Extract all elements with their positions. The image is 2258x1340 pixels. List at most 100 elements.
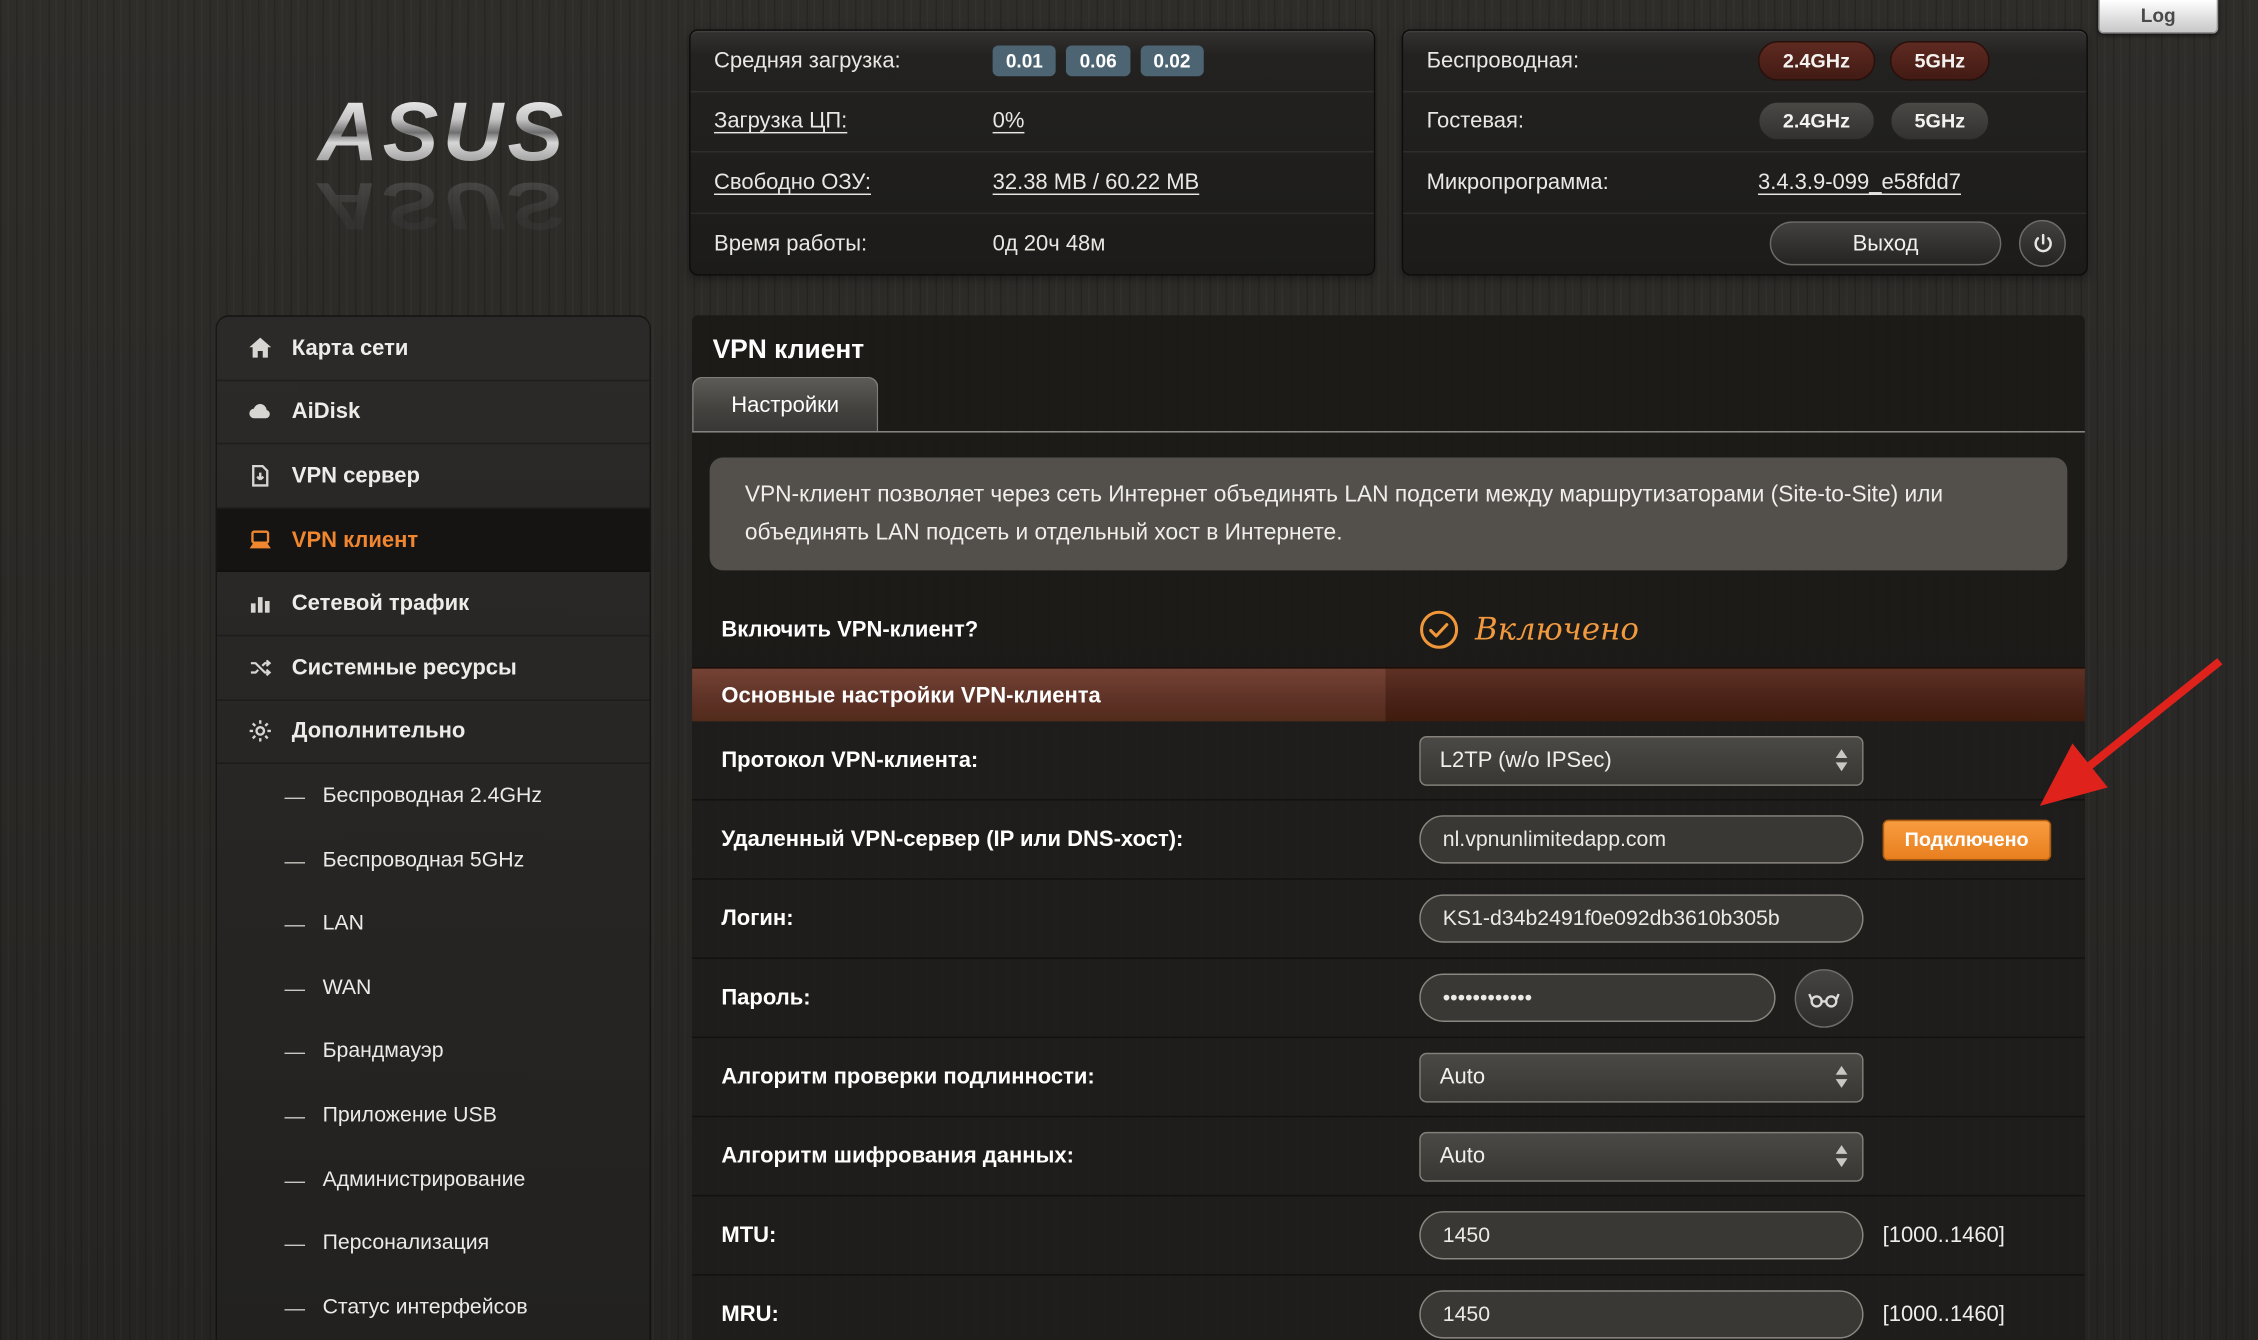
sidebar-item-label: VPN сервер <box>292 463 420 488</box>
logout-button[interactable]: Выход <box>1770 222 2002 266</box>
asus-logo-text: ASUS <box>282 91 605 175</box>
asus-logo: ASUS ASUS <box>282 91 605 246</box>
avg-load-label: Средняя загрузка: <box>714 48 993 73</box>
mtu-label: MTU: <box>692 1223 1419 1248</box>
sidebar-item-label: Сетевой трафик <box>292 591 469 616</box>
gear-icon <box>246 718 272 744</box>
load-badge-1min: 0.01 <box>993 45 1057 76</box>
sidebar-subitem-label: Беспроводная 2.4GHz <box>323 784 542 807</box>
page-title: VPN клиент <box>692 315 2085 378</box>
auth-algorithm-select[interactable]: Auto <box>1419 1052 1863 1102</box>
cpu-load-value[interactable]: 0% <box>993 109 1025 134</box>
sidebar-subitem-administration[interactable]: Администрирование <box>217 1148 650 1212</box>
power-icon <box>2030 231 2055 256</box>
guest-row: Гостевая: 2.4GHz 5GHz <box>1403 92 2086 153</box>
firmware-label: Микропрограмма: <box>1427 170 1758 195</box>
free-ram-link[interactable]: Свободно ОЗУ: <box>714 170 993 195</box>
vpn-description: VPN-клиент позволяет через сеть Интернет… <box>710 457 2068 570</box>
traffic-icon <box>246 590 272 616</box>
show-password-button[interactable] <box>1795 969 1854 1028</box>
sidebar-subitem-lan[interactable]: LAN <box>217 892 650 956</box>
vpn-enabled-toggle[interactable]: Включено <box>1419 609 1639 649</box>
connected-status-button[interactable]: Подключено <box>1883 819 2051 860</box>
wireless-band-5ghz-button[interactable]: 5GHz <box>1890 41 1990 81</box>
sidebar-item-vpn-client[interactable]: VPN клиент <box>217 508 650 572</box>
cipher-algorithm-label: Алгоритм шифрования данных: <box>692 1144 1419 1169</box>
mtu-input[interactable] <box>1419 1211 1863 1259</box>
auth-algorithm-select-value: Auto <box>1440 1065 1485 1090</box>
uptime-row: Время работы: 0д 20ч 48м <box>691 213 1374 274</box>
protocol-select[interactable]: L2TP (w/o IPSec) <box>1419 735 1863 785</box>
load-badge-5min: 0.06 <box>1066 45 1130 76</box>
resources-icon <box>246 654 272 680</box>
sidebar-nav: Карта сети AiDisk VPN сервер VPN клиент … <box>216 315 651 1340</box>
sidebar-subitem-label: Администрирование <box>323 1168 526 1191</box>
sidebar-subitem-label: Статус интерфейсов <box>323 1296 528 1319</box>
sidebar-item-advanced[interactable]: Дополнительно <box>217 700 650 764</box>
mru-label: MRU: <box>692 1302 1419 1327</box>
protocol-row: Протокол VPN-клиента: L2TP (w/o IPSec) <box>692 722 2085 801</box>
load-badges: 0.01 0.06 0.02 <box>993 45 1204 76</box>
guest-bands: 2.4GHz 5GHz <box>1758 102 1990 142</box>
sidebar-subitem-wireless-5[interactable]: Беспроводная 5GHz <box>217 828 650 892</box>
password-input[interactable] <box>1419 974 1775 1022</box>
sidebar-subitem-interface-status[interactable]: Статус интерфейсов <box>217 1275 650 1339</box>
free-ram-row: Свободно ОЗУ: 32.38 MB / 60.22 MB <box>691 152 1374 213</box>
sidebar-item-label: Системные ресурсы <box>292 655 517 680</box>
log-button[interactable]: Log <box>2098 0 2218 34</box>
enable-vpn-label: Включить VPN-клиент? <box>692 617 1419 642</box>
home-icon <box>246 335 272 361</box>
remote-server-label: Удаленный VPN-сервер (IP или DNS-хост): <box>692 827 1419 852</box>
glasses-icon <box>1808 988 1840 1009</box>
tab-settings[interactable]: Настройки <box>692 377 878 431</box>
sidebar-subitem-personalization[interactable]: Персонализация <box>217 1212 650 1276</box>
sidebar-subitem-label: Приложение USB <box>323 1104 497 1127</box>
asus-logo-reflection: ASUS <box>282 171 605 238</box>
sidebar-subitem-wan[interactable]: WAN <box>217 956 650 1020</box>
router-admin-page: Log ASUS ASUS Средняя загрузка: 0.01 0.0… <box>0 0 2258 1340</box>
sidebar-item-label: Карта сети <box>292 335 409 360</box>
check-circle-icon <box>1419 609 1459 649</box>
mtu-range-hint: [1000..1460] <box>1883 1223 2005 1248</box>
vpn-client-panel: VPN клиент Настройки VPN-клиент позволяе… <box>692 315 2085 1340</box>
guest-label: Гостевая: <box>1427 109 1758 134</box>
sidebar-subitem-firewall[interactable]: Брандмауэр <box>217 1020 650 1084</box>
select-spinner-icon <box>1824 749 1847 771</box>
sidebar-item-system-resources[interactable]: Системные ресурсы <box>217 636 650 700</box>
cipher-algorithm-select[interactable]: Auto <box>1419 1131 1863 1181</box>
reboot-button[interactable] <box>2019 220 2066 267</box>
sidebar-subitem-label: Персонализация <box>323 1232 490 1255</box>
system-status-panel: Средняя загрузка: 0.01 0.06 0.02 Загрузк… <box>689 29 1375 275</box>
select-spinner-icon <box>1824 1066 1847 1088</box>
wireless-band-24ghz-button[interactable]: 2.4GHz <box>1758 41 1875 81</box>
guest-band-5ghz-button[interactable]: 5GHz <box>1890 102 1990 142</box>
guest-band-24ghz-button[interactable]: 2.4GHz <box>1758 102 1875 142</box>
uptime-value: 0д 20ч 48м <box>993 231 1106 256</box>
sidebar-subitem-label: Брандмауэр <box>323 1040 444 1063</box>
remote-server-input[interactable] <box>1419 815 1863 863</box>
auth-algorithm-label: Алгоритм проверки подлинности: <box>692 1065 1419 1090</box>
password-label: Пароль: <box>692 985 1419 1010</box>
sidebar-item-vpn-server[interactable]: VPN сервер <box>217 445 650 509</box>
free-ram-value[interactable]: 32.38 MB / 60.22 MB <box>993 170 1200 195</box>
sidebar-subitem-usb-app[interactable]: Приложение USB <box>217 1084 650 1148</box>
cpu-load-link[interactable]: Загрузка ЦП: <box>714 109 993 134</box>
enable-status-text: Включено <box>1475 612 1639 647</box>
login-input[interactable] <box>1419 895 1863 943</box>
remote-server-row: Удаленный VPN-сервер (IP или DNS-хост): … <box>692 801 2085 880</box>
avg-load-row: Средняя загрузка: 0.01 0.06 0.02 <box>691 31 1374 92</box>
firmware-version-link[interactable]: 3.4.3.9-099_e58fdd7 <box>1758 170 1961 195</box>
sidebar-item-network-map[interactable]: Карта сети <box>217 317 650 381</box>
select-spinner-icon <box>1824 1145 1847 1167</box>
protocol-label: Протокол VPN-клиента: <box>692 748 1419 773</box>
sidebar-item-label: VPN клиент <box>292 527 418 552</box>
mtu-row: MTU: [1000..1460] <box>692 1197 2085 1276</box>
uptime-label: Время работы: <box>714 231 993 256</box>
sidebar-item-aidisk[interactable]: AiDisk <box>217 381 650 445</box>
sidebar-subitem-label: Беспроводная 5GHz <box>323 848 525 871</box>
sidebar-item-network-traffic[interactable]: Сетевой трафик <box>217 572 650 636</box>
sidebar-item-label: Дополнительно <box>292 719 466 744</box>
cipher-algorithm-select-value: Auto <box>1440 1144 1485 1169</box>
mru-input[interactable] <box>1419 1290 1863 1338</box>
sidebar-subitem-wireless-24[interactable]: Беспроводная 2.4GHz <box>217 764 650 828</box>
